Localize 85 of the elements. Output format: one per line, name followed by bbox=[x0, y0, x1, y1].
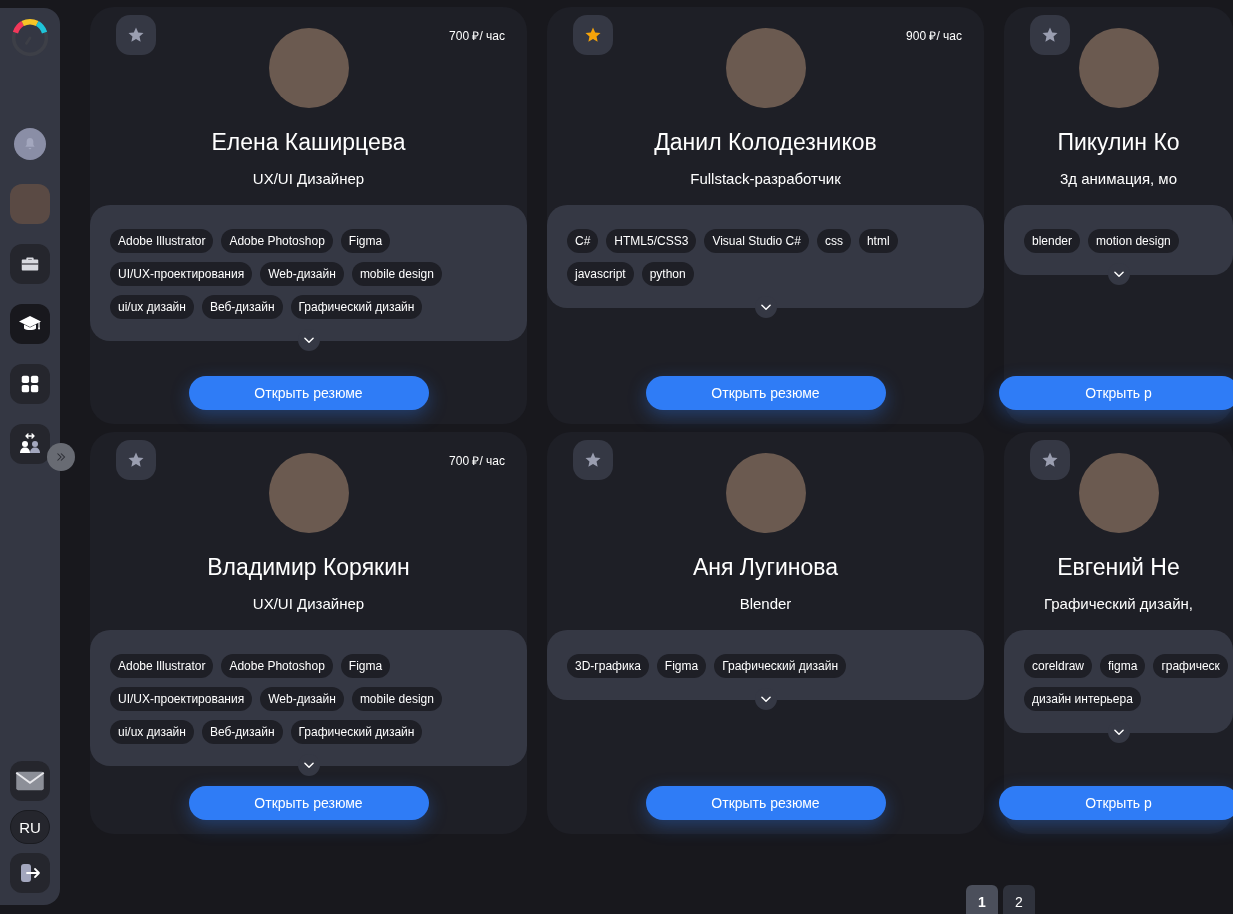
gauge-logo-icon bbox=[9, 18, 50, 58]
skill-tag: python bbox=[641, 262, 694, 286]
skill-tag: mobile design bbox=[351, 262, 442, 286]
notifications-button[interactable] bbox=[14, 128, 46, 160]
mail-button[interactable] bbox=[10, 761, 50, 801]
skill-tag: Web-дизайн bbox=[260, 687, 344, 711]
skill-tag: Visual Studio C# bbox=[704, 229, 809, 253]
profile-name: Евгений Не bbox=[1057, 554, 1180, 581]
skill-tag: javascript bbox=[567, 262, 634, 286]
favorite-star-button[interactable] bbox=[1030, 15, 1070, 55]
skill-tag: Figma bbox=[340, 229, 391, 253]
people-swap-button[interactable] bbox=[10, 424, 50, 464]
favorite-star-button[interactable] bbox=[573, 440, 613, 480]
star-icon bbox=[584, 451, 602, 469]
skill-tag: графическ bbox=[1153, 654, 1228, 678]
profile-name: Данил Колодезников bbox=[654, 129, 877, 156]
skill-tag: coreldraw bbox=[1024, 654, 1093, 678]
favorite-star-button[interactable] bbox=[1030, 440, 1070, 480]
language-button[interactable]: RU bbox=[10, 810, 50, 844]
skill-tag: C# bbox=[567, 229, 599, 253]
skill-tag: motion design bbox=[1088, 229, 1179, 253]
page-button[interactable]: 2 bbox=[1003, 885, 1035, 914]
skill-tag: UI/UX-проектирования bbox=[110, 687, 253, 711]
skill-tag: Графический дизайн bbox=[290, 295, 423, 319]
star-icon bbox=[127, 26, 145, 44]
open-resume-button[interactable]: Открыть р bbox=[998, 786, 1233, 820]
expand-sidebar-button[interactable] bbox=[47, 443, 75, 471]
star-icon bbox=[584, 26, 602, 44]
profile-role: Blender bbox=[739, 595, 792, 612]
open-resume-button[interactable]: Открыть резюме bbox=[188, 786, 429, 820]
profile-role: UX/UI Дизайнер bbox=[252, 595, 365, 612]
skill-tag: ui/ux дизайн bbox=[110, 295, 194, 319]
profile-role: Графический дизайн, bbox=[1044, 595, 1193, 612]
graduation-cap-button[interactable] bbox=[10, 304, 50, 344]
skill-tag: Adobe Photoshop bbox=[221, 229, 333, 253]
profile-name: Владимир Корякин bbox=[207, 554, 410, 581]
skill-tag: Adobe Illustrator bbox=[110, 229, 214, 253]
skill-tag: Figma bbox=[656, 654, 707, 678]
favorite-star-button[interactable] bbox=[573, 15, 613, 55]
skill-tag: Adobe Illustrator bbox=[110, 654, 214, 678]
envelope-icon bbox=[15, 770, 45, 792]
profile-name: Аня Лугинова bbox=[692, 554, 839, 581]
skill-tag: Figma bbox=[340, 654, 391, 678]
logout-icon bbox=[18, 861, 42, 885]
logout-button[interactable] bbox=[10, 853, 50, 893]
bell-icon bbox=[22, 136, 38, 152]
hourly-rate: 700 ₽/ час bbox=[449, 28, 505, 44]
open-resume-button[interactable]: Открыть резюме bbox=[188, 376, 429, 410]
skill-tag: figma bbox=[1100, 654, 1146, 678]
favorite-star-button[interactable] bbox=[116, 15, 156, 55]
double-chevron-right-icon bbox=[54, 450, 68, 464]
skill-tag: Веб-дизайн bbox=[201, 720, 283, 744]
skill-tag: blender bbox=[1024, 229, 1081, 253]
hourly-rate: 700 ₽/ час bbox=[449, 453, 505, 469]
favorite-star-button[interactable] bbox=[116, 440, 156, 480]
skill-tag: UI/UX-проектирования bbox=[110, 262, 253, 286]
star-icon bbox=[127, 451, 145, 469]
skill-tag: Web-дизайн bbox=[260, 262, 344, 286]
briefcase-button[interactable] bbox=[10, 244, 50, 284]
skill-tag: mobile design bbox=[351, 687, 442, 711]
skill-tag: html bbox=[858, 229, 898, 253]
grid-icon bbox=[19, 373, 41, 395]
open-resume-button[interactable]: Открыть р bbox=[998, 376, 1233, 410]
skill-tag: Веб-дизайн bbox=[201, 295, 283, 319]
skill-tag: Графический дизайн bbox=[714, 654, 847, 678]
skill-tag: дизайн интерьера bbox=[1024, 687, 1141, 711]
page-button[interactable]: 1 bbox=[966, 885, 998, 914]
skill-tag: 3D-графика bbox=[567, 654, 649, 678]
skill-tag: Графический дизайн bbox=[290, 720, 423, 744]
open-resume-button[interactable]: Открыть резюме bbox=[645, 786, 886, 820]
profile-role: Fullstack-разработчик bbox=[690, 170, 841, 187]
profile-name: Пикулин Ко bbox=[1057, 129, 1180, 156]
open-resume-button[interactable]: Открыть резюме bbox=[645, 376, 886, 410]
hourly-rate: 900 ₽/ час bbox=[906, 28, 962, 44]
skill-tag: Adobe Photoshop bbox=[221, 654, 333, 678]
star-icon bbox=[1041, 451, 1059, 469]
star-icon bbox=[1041, 26, 1059, 44]
people-swap-icon bbox=[18, 432, 42, 456]
skill-tag: HTML5/CSS3 bbox=[606, 229, 697, 253]
apps-grid-button[interactable] bbox=[10, 364, 50, 404]
profile-name: Елена Каширцева bbox=[211, 129, 406, 156]
profile-role: 3д анимация, мо bbox=[1060, 170, 1177, 187]
skill-tag: ui/ux дизайн bbox=[110, 720, 194, 744]
profile-role: UX/UI Дизайнер bbox=[252, 170, 365, 187]
skill-tag: css bbox=[816, 229, 851, 253]
